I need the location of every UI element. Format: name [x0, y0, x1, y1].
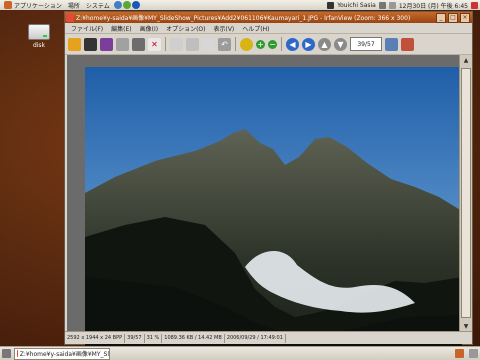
print-icon[interactable]	[132, 37, 145, 51]
status-datetime: 2006/09/29 / 17:49:01	[225, 333, 286, 343]
minimize-button[interactable]: _	[436, 12, 446, 23]
copy-icon[interactable]	[170, 37, 183, 51]
status-dimensions: 2592 x 1944 x 24 BPP	[65, 333, 126, 343]
window-titlebar[interactable]: Z:¥home¥y-saida¥画像¥MY_SlideShow_Pictures…	[65, 12, 472, 23]
menu-help[interactable]: ヘルプ(H)	[239, 24, 272, 33]
applications-menu[interactable]: アプリケーション	[0, 1, 65, 10]
menu-edit[interactable]: 編集(E)	[108, 24, 134, 33]
zoom-in-icon[interactable]: +	[256, 39, 265, 49]
bottom-panel: Z:¥home¥y-saida¥画像¥MY_Sl	[0, 346, 480, 360]
irfanview-window: Z:¥home¥y-saida¥画像¥MY_SlideShow_Pictures…	[64, 11, 473, 347]
workspace-icon[interactable]	[455, 349, 464, 358]
vertical-scrollbar[interactable]: ▲ ▼	[459, 55, 472, 333]
system-menu-label: システム	[85, 2, 110, 10]
trash-icon[interactable]	[469, 349, 478, 358]
maximize-button[interactable]: □	[448, 12, 458, 23]
cut-icon[interactable]	[202, 37, 215, 51]
menu-options[interactable]: オプション(O)	[163, 24, 208, 33]
system-menu[interactable]: システム	[83, 1, 113, 10]
delete-icon[interactable]: ✕	[148, 37, 161, 51]
taskbar-label: Z:¥home¥y-saida¥画像¥MY_Sl	[19, 351, 109, 358]
toolbar-separator	[281, 37, 282, 51]
irfanview-app-icon[interactable]	[66, 13, 74, 22]
status-filesize: 1089.36 KB / 14.42 MB	[162, 333, 225, 343]
network-icon[interactable]	[378, 1, 386, 9]
help-launcher-icon[interactable]	[131, 1, 140, 9]
irfanview-icon[interactable]	[401, 37, 414, 51]
user-icon	[327, 1, 335, 9]
disk-label: disk	[32, 42, 46, 49]
status-zoom: 31 %	[145, 333, 163, 343]
menu-view[interactable]: 表示(V)	[210, 24, 237, 33]
paste-icon[interactable]	[186, 37, 199, 51]
hard-disk-icon	[28, 24, 50, 40]
volume-icon[interactable]	[388, 1, 396, 9]
places-menu-label: 場所	[67, 2, 80, 10]
image-view[interactable]	[67, 55, 462, 347]
status-index: 39/57	[125, 333, 145, 343]
thumbnails-icon[interactable]	[100, 37, 113, 51]
undo-icon[interactable]: ↶	[218, 37, 231, 51]
irfanview-app-icon	[17, 350, 18, 357]
browser-launcher-icon[interactable]	[113, 1, 122, 9]
settings-icon[interactable]	[385, 37, 398, 51]
menu-image[interactable]: 画像(I)	[137, 24, 161, 33]
close-button[interactable]: ×	[460, 12, 470, 23]
first-icon[interactable]: ▲	[318, 37, 331, 51]
toolbar-separator	[165, 37, 166, 51]
logout-icon[interactable]	[471, 1, 478, 9]
next-icon[interactable]: ▶	[302, 37, 315, 51]
zoom-out-icon[interactable]: −	[268, 39, 277, 49]
applications-menu-label: アプリケーション	[14, 2, 62, 10]
image-counter: 39/57	[350, 37, 382, 51]
scroll-up-icon[interactable]: ▲	[460, 55, 472, 67]
desktop-disk-icon[interactable]: disk	[27, 24, 51, 54]
window-title: Z:¥home¥y-saida¥画像¥MY_SlideShow_Pictures…	[76, 15, 411, 22]
menu-bar: ファイル(F) 編集(E) 画像(I) オプション(O) 表示(V) ヘルプ(H…	[65, 23, 472, 34]
user-name[interactable]: Youichi Sasia	[337, 2, 376, 9]
mountain-photo	[85, 67, 462, 347]
save-icon[interactable]	[116, 37, 129, 51]
taskbar-irfanview[interactable]: Z:¥home¥y-saida¥画像¥MY_Sl	[14, 347, 110, 360]
show-desktop-icon[interactable]	[2, 349, 11, 358]
previous-icon[interactable]: ◀	[286, 37, 299, 51]
toolbar: ✕ ↶ + − ◀ ▶ ▲ ▼ 39/57	[65, 34, 472, 55]
menu-file[interactable]: ファイル(F)	[68, 24, 106, 33]
clock[interactable]: 12月30日 (月) 午後 6:45	[399, 1, 468, 10]
info-icon[interactable]	[240, 37, 253, 51]
toolbar-separator	[235, 37, 236, 51]
places-menu[interactable]: 場所	[65, 1, 83, 10]
last-icon[interactable]: ▼	[334, 37, 347, 51]
open-folder-icon[interactable]	[68, 37, 81, 51]
scrollbar-thumb[interactable]	[461, 68, 471, 318]
gnome-foot-icon	[4, 1, 12, 9]
slideshow-icon[interactable]	[84, 37, 97, 51]
mail-launcher-icon[interactable]	[122, 1, 131, 9]
status-bar: 2592 x 1944 x 24 BPP 39/57 31 % 1089.36 …	[65, 331, 472, 344]
